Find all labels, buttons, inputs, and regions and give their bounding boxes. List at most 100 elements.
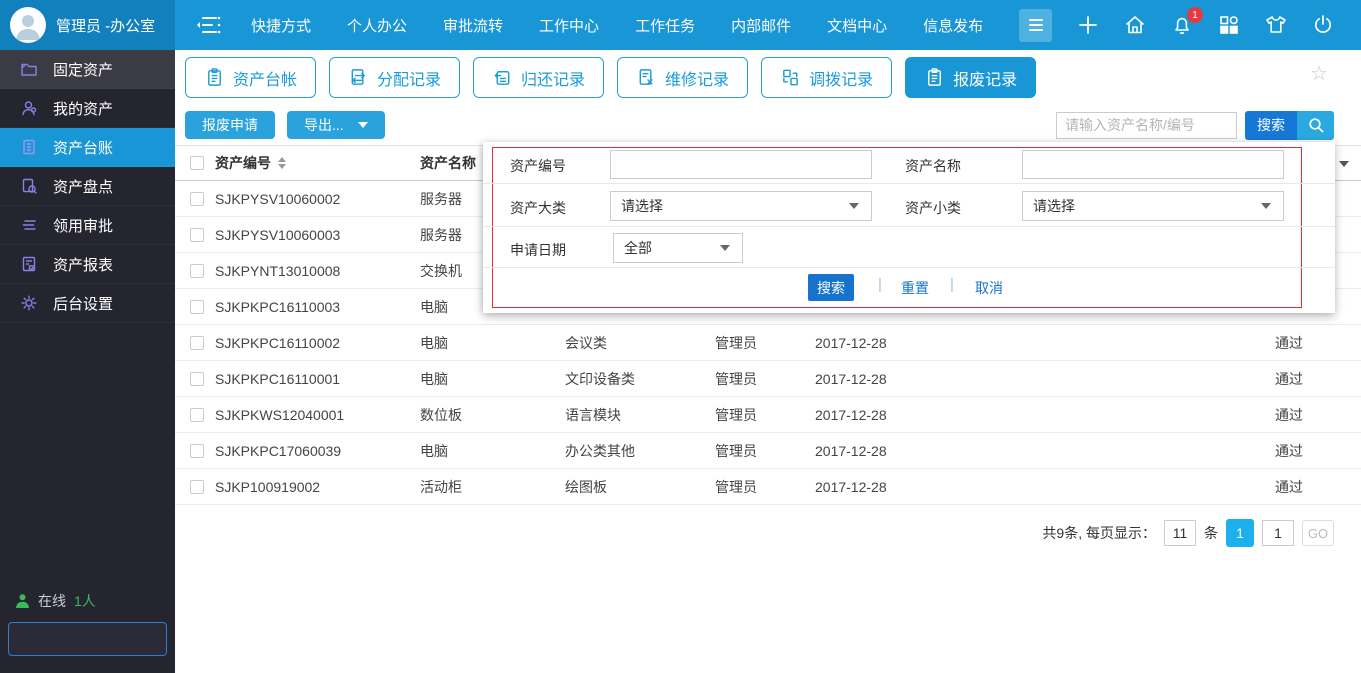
table-row[interactable]: SJKPKPC17060039电脑办公类其他管理员2017-12-28通过 [175,433,1361,469]
nav-item-internal-mail[interactable]: 内部邮件 [725,11,797,40]
return-icon [492,67,513,88]
nav-item-work-center[interactable]: 工作中心 [533,11,605,40]
sidebar-item-label: 后台设置 [53,293,113,314]
sidebar-item-asset-ledger[interactable]: 资产台账 [0,128,175,167]
nav-item-shortcuts[interactable]: 快捷方式 [245,11,317,40]
chevron-down-icon [1261,203,1271,209]
apps-grid-icon[interactable] [1217,13,1241,37]
user-icon [20,99,38,117]
main-content: 资产台帐 分配记录 归还记录 维修记录 调拨记录 报废记录 ☆ 报废申请 导出.… [175,50,1361,673]
row-checkbox[interactable] [190,264,204,278]
inventory-icon [20,177,38,195]
nav-item-info-publish[interactable]: 信息发布 [917,11,989,40]
row-checkbox[interactable] [190,444,204,458]
panel-cancel-button[interactable]: 取消 [975,278,1003,298]
table-row[interactable]: SJKP100919002活动柜绘图板管理员2017-12-28通过 [175,469,1361,505]
goto-page-input[interactable] [1262,520,1294,546]
report-icon [20,255,38,273]
nav-item-work-tasks[interactable]: 工作任务 [629,11,701,40]
online-user-icon [15,593,30,609]
sidebar-item-my-assets[interactable]: 我的资产 [0,89,175,128]
row-checkbox[interactable] [190,300,204,314]
go-button[interactable]: GO [1302,520,1334,546]
apply-date-select[interactable]: 全部 [613,233,743,263]
select-all-checkbox[interactable] [190,156,204,170]
power-logout-icon[interactable] [1311,13,1335,37]
column-settings-icon[interactable] [1339,161,1349,167]
sidebar-item-label: 固定资产 [53,59,113,80]
sidebar-search-input[interactable] [9,631,206,647]
asset-name-input[interactable] [1022,150,1284,179]
sidebar-item-asset-reports[interactable]: 资产报表 [0,245,175,284]
table-row[interactable]: SJKPKPC16110001电脑文印设备类管理员2017-12-28通过 [175,361,1361,397]
panel-search-button[interactable]: 搜索 [808,274,854,301]
advanced-search-panel: 资产编号 资产名称 资产大类 请选择 资产小类 请选择 申请日期 全部 搜索 |… [483,142,1335,313]
notification-badge: 1 [1187,7,1203,23]
tab-return-records[interactable]: 归还记录 [473,57,604,98]
row-checkbox[interactable] [190,372,204,386]
asset-minor-label: 资产小类 [905,198,961,218]
table-row[interactable]: SJKPKPC16110002电脑会议类管理员2017-12-28通过 [175,325,1361,361]
header-label: 资产编号 [215,153,271,173]
sort-icon[interactable] [278,157,286,169]
sidebar-item-backend-settings[interactable]: 后台设置 [0,284,175,323]
row-checkbox[interactable] [190,480,204,494]
separator: | [878,276,882,293]
sidebar-item-label: 我的资产 [53,98,113,119]
asset-code-input[interactable] [610,150,872,179]
table-search-input[interactable] [1056,112,1237,139]
top-nav: 快捷方式 个人办公 审批流转 工作中心 工作任务 内部邮件 文档中心 信息发布 … [175,0,1361,50]
tab-label: 报废记录 [953,66,1017,90]
tab-asset-ledger[interactable]: 资产台帐 [185,57,316,98]
select-value: 请选择 [621,196,663,216]
tab-transfer-records[interactable]: 调拨记录 [761,57,892,98]
tab-label: 维修记录 [665,66,729,90]
row-checkbox[interactable] [190,408,204,422]
asset-minor-select[interactable]: 请选择 [1022,191,1284,221]
tab-allocation-records[interactable]: 分配记录 [329,57,460,98]
search-icon [1307,116,1325,134]
chevron-down-icon [358,122,368,128]
row-checkbox[interactable] [190,228,204,242]
sidebar-item-asset-inventory[interactable]: 资产盘点 [0,167,175,206]
sidebar-item-label: 领用审批 [53,215,113,236]
sidebar-item-label: 资产台账 [53,137,113,158]
scrap-apply-button[interactable]: 报废申请 [185,111,275,139]
asset-major-select[interactable]: 请选择 [610,191,872,221]
advanced-search-button[interactable] [1297,111,1334,140]
tab-scrap-records[interactable]: 报废记录 [905,57,1036,98]
row-checkbox[interactable] [190,192,204,206]
theme-shirt-icon[interactable] [1264,13,1288,37]
table-search-button[interactable]: 搜索 [1245,111,1297,140]
nav-item-doc-center[interactable]: 文档中心 [821,11,893,40]
sidebar-search-box [8,622,167,656]
tab-label: 调拨记录 [809,66,873,90]
favorite-star-icon[interactable]: ☆ [1310,64,1328,84]
sidebar-item-fixed-assets[interactable]: 固定资产 [0,50,175,89]
asset-name-label: 资产名称 [905,156,961,176]
page-size-input[interactable] [1164,520,1196,546]
add-icon[interactable] [1076,13,1100,37]
sidebar-item-requisition-approval[interactable]: 领用审批 [0,206,175,245]
export-label: 导出... [304,115,344,135]
asset-code-label: 资产编号 [510,156,566,176]
table-row[interactable]: SJKPKWS12040001数位板语言模块管理员2017-12-28通过 [175,397,1361,433]
nav-item-approval-flow[interactable]: 审批流转 [437,11,509,40]
nav-overflow-menu-icon[interactable] [1019,9,1052,42]
user-block[interactable]: 管理员 -办公室 [0,0,175,50]
nav-item-personal-office[interactable]: 个人办公 [341,11,413,40]
panel-reset-button[interactable]: 重置 [901,278,929,298]
transfer-icon [780,67,801,88]
row-checkbox[interactable] [190,336,204,350]
header-asset-code[interactable]: 资产编号 [215,153,420,173]
collapse-sidebar-icon[interactable] [195,12,223,38]
tab-repair-records[interactable]: 维修记录 [617,57,748,98]
export-button[interactable]: 导出... [287,111,385,139]
notifications-bell-icon[interactable]: 1 [1170,13,1194,37]
avatar[interactable] [10,7,46,43]
home-icon[interactable] [1123,13,1147,37]
sidebar-item-label: 资产盘点 [53,176,113,197]
online-status: 在线 1人 [15,591,96,611]
pagination-summary: 共9条, 每页显示： [1042,523,1156,543]
page-number-button[interactable]: 1 [1226,519,1254,547]
